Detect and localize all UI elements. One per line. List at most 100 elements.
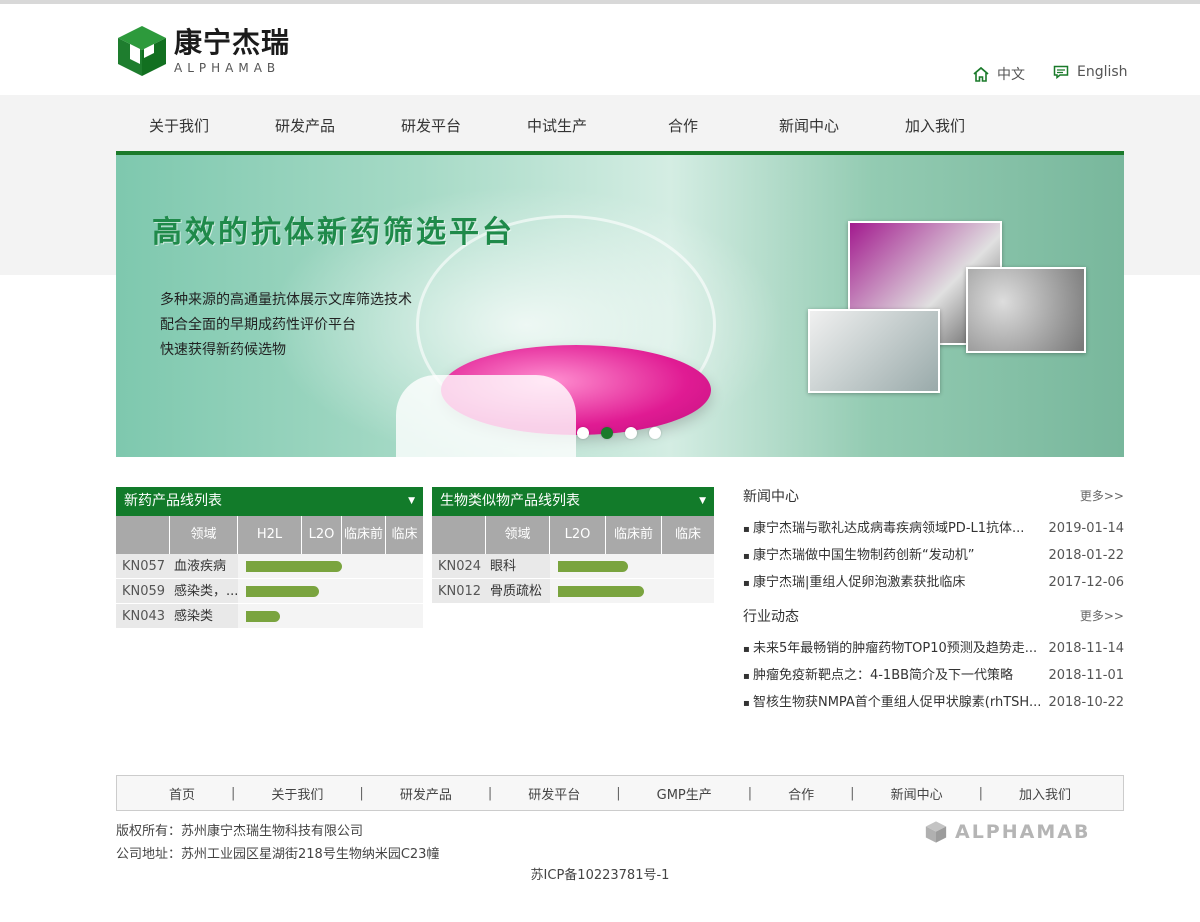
new-drug-table-title: 新药产品线列表: [124, 493, 222, 509]
news-center-title: 新闻中心: [743, 489, 799, 505]
banner-dot-4[interactable]: [649, 427, 661, 439]
chevron-down-icon: ▼: [408, 496, 415, 506]
table-row[interactable]: KN012 骨质疏松: [432, 579, 714, 604]
column-header: 领域: [486, 516, 550, 554]
chevron-down-icon: ▼: [699, 496, 706, 506]
product-field: 骨质疏松: [490, 584, 543, 599]
list-item[interactable]: 肿瘤免疫新靶点之：4-1BB简介及下一代策略 2018-11-01: [743, 663, 1124, 690]
footer-link-cooperation[interactable]: 合作: [752, 784, 850, 803]
industry-news-title: 行业动态: [743, 609, 799, 625]
nav-item-cooperation[interactable]: 合作: [620, 100, 746, 152]
column-header: 临床前: [606, 516, 662, 554]
logo-cn-text: 康宁杰瑞: [174, 26, 291, 59]
footer-link-products[interactable]: 研发产品: [364, 784, 488, 803]
column-header: [116, 516, 170, 554]
column-header: 临床: [674, 527, 701, 542]
product-field: 血液疾病: [174, 559, 227, 574]
list-item[interactable]: 未来5年最畅销的肿瘤药物TOP10预测及趋势走... 2018-11-14: [743, 636, 1124, 663]
progress-bar: [558, 561, 628, 572]
hero-banner[interactable]: 高效的抗体新药筛选平台 多种来源的高通量抗体展示文库筛选技术 配合全面的早期成药…: [116, 155, 1124, 457]
footer-link-home[interactable]: 首页: [133, 784, 231, 803]
banner-dot-1[interactable]: [577, 427, 589, 439]
top-line: [0, 0, 1200, 4]
news-center-more-link[interactable]: 更多>>: [1080, 487, 1124, 504]
news-title: 未来5年最畅销的肿瘤药物TOP10预测及趋势走...: [743, 636, 1043, 663]
table-row[interactable]: KN057 血液疾病: [116, 554, 423, 579]
progress-track: [238, 579, 423, 603]
news-date: 2019-01-14: [1048, 521, 1124, 536]
progress-track: [550, 554, 714, 578]
chat-icon: [1053, 65, 1069, 79]
home-icon: [973, 66, 989, 82]
banner-dot-3[interactable]: [625, 427, 637, 439]
table-row[interactable]: KN024 眼科: [432, 554, 714, 579]
progress-bar: [246, 611, 280, 622]
list-item[interactable]: 康宁杰瑞做中国生物制药创新“发动机” 2018-01-22: [743, 543, 1124, 570]
progress-bar: [246, 586, 319, 597]
site-logo[interactable]: 康宁杰瑞 ALPHAMAB: [116, 24, 290, 78]
lab-photo-plates: [966, 267, 1086, 353]
nav-item-about[interactable]: 关于我们: [116, 100, 242, 152]
main-nav: 关于我们 研发产品 研发平台 中试生产 合作 新闻中心 加入我们: [116, 100, 1124, 152]
footer-link-gmp[interactable]: GMP生产: [621, 784, 748, 803]
glove-hand-image: [396, 375, 576, 457]
product-code: KN024: [438, 559, 482, 574]
footer-link-platform[interactable]: 研发平台: [492, 784, 616, 803]
product-field: 眼科: [490, 559, 517, 574]
news-title: 康宁杰瑞做中国生物制药创新“发动机”: [743, 543, 1043, 570]
nav-item-pilot[interactable]: 中试生产: [494, 100, 620, 152]
nav-item-platform[interactable]: 研发平台: [368, 100, 494, 152]
biosimilar-table-header[interactable]: 生物类似物产品线列表 ▼: [432, 487, 714, 516]
footer-nav: 首页 | 关于我们 | 研发产品 | 研发平台 | GMP生产 | 合作 | 新闻中心 | 加…: [116, 775, 1124, 811]
lab-photo-microscope: [808, 309, 940, 393]
logo-cube-icon: [925, 821, 947, 843]
banner-line-3: 快速获得新药候选物: [160, 342, 286, 358]
list-item[interactable]: 智核生物获NMPA首个重组人促甲状腺素(rhTSH... 2018-10-22: [743, 690, 1124, 717]
banner-title: 高效的抗体新药筛选平台: [152, 215, 515, 250]
news-center-section: 新闻中心 更多>> 康宁杰瑞与歌礼达成病毒疾病领域PD-L1抗体... 2019-…: [743, 486, 1124, 597]
progress-track: [238, 554, 423, 578]
banner-line-1: 多种来源的高通量抗体展示文库筛选技术: [160, 292, 412, 308]
news-title: 智核生物获NMPA首个重组人促甲状腺素(rhTSH...: [743, 690, 1043, 717]
footer-link-join[interactable]: 加入我们: [983, 784, 1107, 803]
nav-item-join[interactable]: 加入我们: [872, 100, 998, 152]
footer-link-about[interactable]: 关于我们: [235, 784, 359, 803]
news-date: 2018-11-14: [1048, 641, 1124, 656]
industry-news-section: 行业动态 更多>> 未来5年最畅销的肿瘤药物TOP10预测及趋势走... 2018…: [743, 606, 1124, 717]
column-header: L2O: [302, 516, 342, 554]
banner-dot-2[interactable]: [601, 427, 613, 439]
list-item[interactable]: 康宁杰瑞与歌礼达成病毒疾病领域PD-L1抗体... 2019-01-14: [743, 516, 1124, 543]
product-code: KN012: [438, 584, 482, 599]
new-drug-pipeline-table: 新药产品线列表 ▼ 领域 H2L L2O 临床前 临床 KN057 血液疾病 K…: [116, 487, 423, 629]
list-item[interactable]: 康宁杰瑞|重组人促卵泡激素获批临床 2017-12-06: [743, 570, 1124, 597]
footer-address: 公司地址：苏州工业园区星湖街218号生物纳米园C23幢: [116, 847, 440, 862]
footer-logo-text: ALPHAMAB: [955, 821, 1091, 843]
industry-news-more-link[interactable]: 更多>>: [1080, 607, 1124, 624]
news-date: 2018-01-22: [1048, 548, 1124, 563]
product-code: KN059: [122, 584, 166, 599]
product-code: KN043: [122, 609, 166, 624]
footer-logo: ALPHAMAB: [925, 820, 1090, 844]
lang-cn-label: 中文: [997, 67, 1025, 83]
table-row[interactable]: KN059 感染类，...: [116, 579, 423, 604]
news-date: 2018-11-01: [1048, 668, 1124, 683]
column-header: H2L: [238, 516, 302, 554]
progress-track: [238, 604, 423, 628]
column-header: L2O: [550, 516, 606, 554]
news-date: 2018-10-22: [1048, 695, 1124, 710]
biosimilar-table-columns: 领域 L2O 临床前 临床: [432, 516, 714, 554]
product-field: 感染类，...: [174, 584, 238, 599]
nav-item-news[interactable]: 新闻中心: [746, 100, 872, 152]
lang-en-link[interactable]: English: [1053, 64, 1128, 80]
banner-dots: [577, 427, 661, 439]
progress-bar: [558, 586, 644, 597]
lang-cn-link[interactable]: 中文: [973, 64, 1025, 84]
nav-item-products[interactable]: 研发产品: [242, 100, 368, 152]
column-header: 临床: [391, 527, 418, 542]
footer-link-news[interactable]: 新闻中心: [855, 784, 979, 803]
progress-bar: [246, 561, 342, 572]
news-title: 康宁杰瑞|重组人促卵泡激素获批临床: [743, 570, 1043, 597]
logo-en-text: ALPHAMAB: [174, 61, 281, 75]
new-drug-table-header[interactable]: 新药产品线列表 ▼: [116, 487, 423, 516]
table-row[interactable]: KN043 感染类: [116, 604, 423, 629]
